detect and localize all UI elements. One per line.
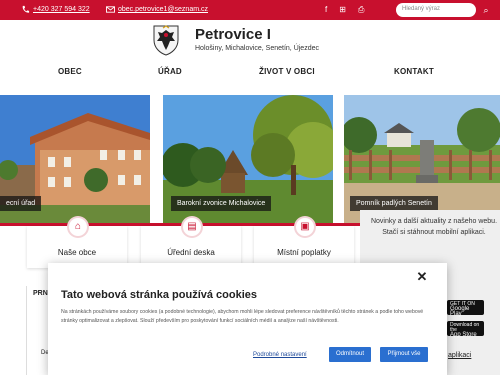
quicklink-label: Místní poplatky (277, 248, 331, 257)
top-icons: f ⊞ ⎙ (325, 5, 364, 15)
phone-icon (22, 5, 30, 13)
photo-zvonice-michalovice[interactable]: Barokní zvonice Michalovice (163, 95, 333, 223)
coat-of-arms-logo[interactable] (152, 24, 180, 56)
quicklink-mistni-poplatky[interactable]: ▣ Místní poplatky (254, 218, 354, 268)
nav-item-zivot-v-obci[interactable]: ŽIVOT V OBCI (259, 67, 315, 76)
quicklink-label: Naše obce (57, 248, 97, 257)
photo-caption: Pomník padlých Senetín (350, 196, 438, 211)
close-icon[interactable]: ✕ (414, 269, 430, 285)
cookie-settings-link[interactable]: Podrobné nastavení (253, 352, 307, 358)
section-title: PRN (33, 290, 48, 297)
quicklink-label: Úřední deska (167, 248, 215, 257)
envelope-icon (106, 6, 115, 13)
sitemap-icon[interactable]: ⊞ (339, 5, 346, 15)
phone-number: +420 327 594 322 (33, 6, 90, 13)
photo-caption: Barokní zvonice Michalovice (171, 196, 272, 211)
facebook-icon[interactable]: f (325, 5, 327, 15)
phone-link[interactable]: +420 327 594 322 (21, 5, 90, 14)
nav-item-kontakt[interactable]: KONTAKT (394, 67, 434, 76)
google-play-button[interactable]: GET IT ON Google Play (447, 300, 484, 317)
photo-caption: ecní úřad (0, 196, 42, 211)
accept-all-button[interactable]: Přijmout vše (380, 347, 428, 362)
cookie-dialog: ✕ Tato webová stránka používá cookies Na… (48, 263, 447, 375)
search-input[interactable]: Hledaný výraz (396, 3, 476, 17)
print-icon[interactable]: ⎙ (358, 5, 364, 15)
app-store-label: App Store (450, 332, 477, 338)
photo-pomnik-senetin[interactable]: Pomník padlých Senetín (344, 95, 500, 223)
reject-button[interactable]: Odmítnout (329, 347, 371, 362)
top-bar: +420 327 594 322 obec.petrovice1@seznam.… (0, 0, 500, 20)
photo-obecni-urad[interactable]: ecní úřad (0, 95, 150, 223)
site-subtitle: Hološiny, Michalovice, Senetín, Újezdec (195, 45, 319, 52)
cookie-body: Na stránkách používáme soubory cookies (… (61, 309, 424, 324)
nav-item-urad[interactable]: ÚŘAD (158, 67, 182, 76)
house-icon: ⌂ (69, 218, 87, 236)
quicklink-uredni-deska[interactable]: ▤ Úřední deska (141, 218, 241, 268)
app-promo-text: Novinky a další aktuality z našeho webu.… (370, 218, 498, 236)
board-icon: ▤ (183, 218, 201, 236)
app-link[interactable]: aplikaci (448, 352, 471, 359)
email-link[interactable]: obec.petrovice1@seznam.cz (106, 5, 208, 14)
site-title[interactable]: Petrovice I (195, 26, 271, 43)
search-icon[interactable]: ⌕ (479, 3, 493, 17)
email-address: obec.petrovice1@seznam.cz (118, 6, 208, 13)
main-nav: OBEC ÚŘAD ŽIVOT V OBCI KONTAKT (0, 64, 500, 80)
app-store-button[interactable]: Download on the App Store (447, 321, 484, 338)
quicklink-nase-obce[interactable]: ⌂ Naše obce (27, 218, 127, 268)
news-section-partial: PRN De (26, 286, 50, 375)
nav-item-obec[interactable]: OBEC (58, 67, 82, 76)
wallet-icon: ▣ (296, 218, 314, 236)
cookie-title: Tato webová stránka používá cookies (61, 289, 258, 301)
